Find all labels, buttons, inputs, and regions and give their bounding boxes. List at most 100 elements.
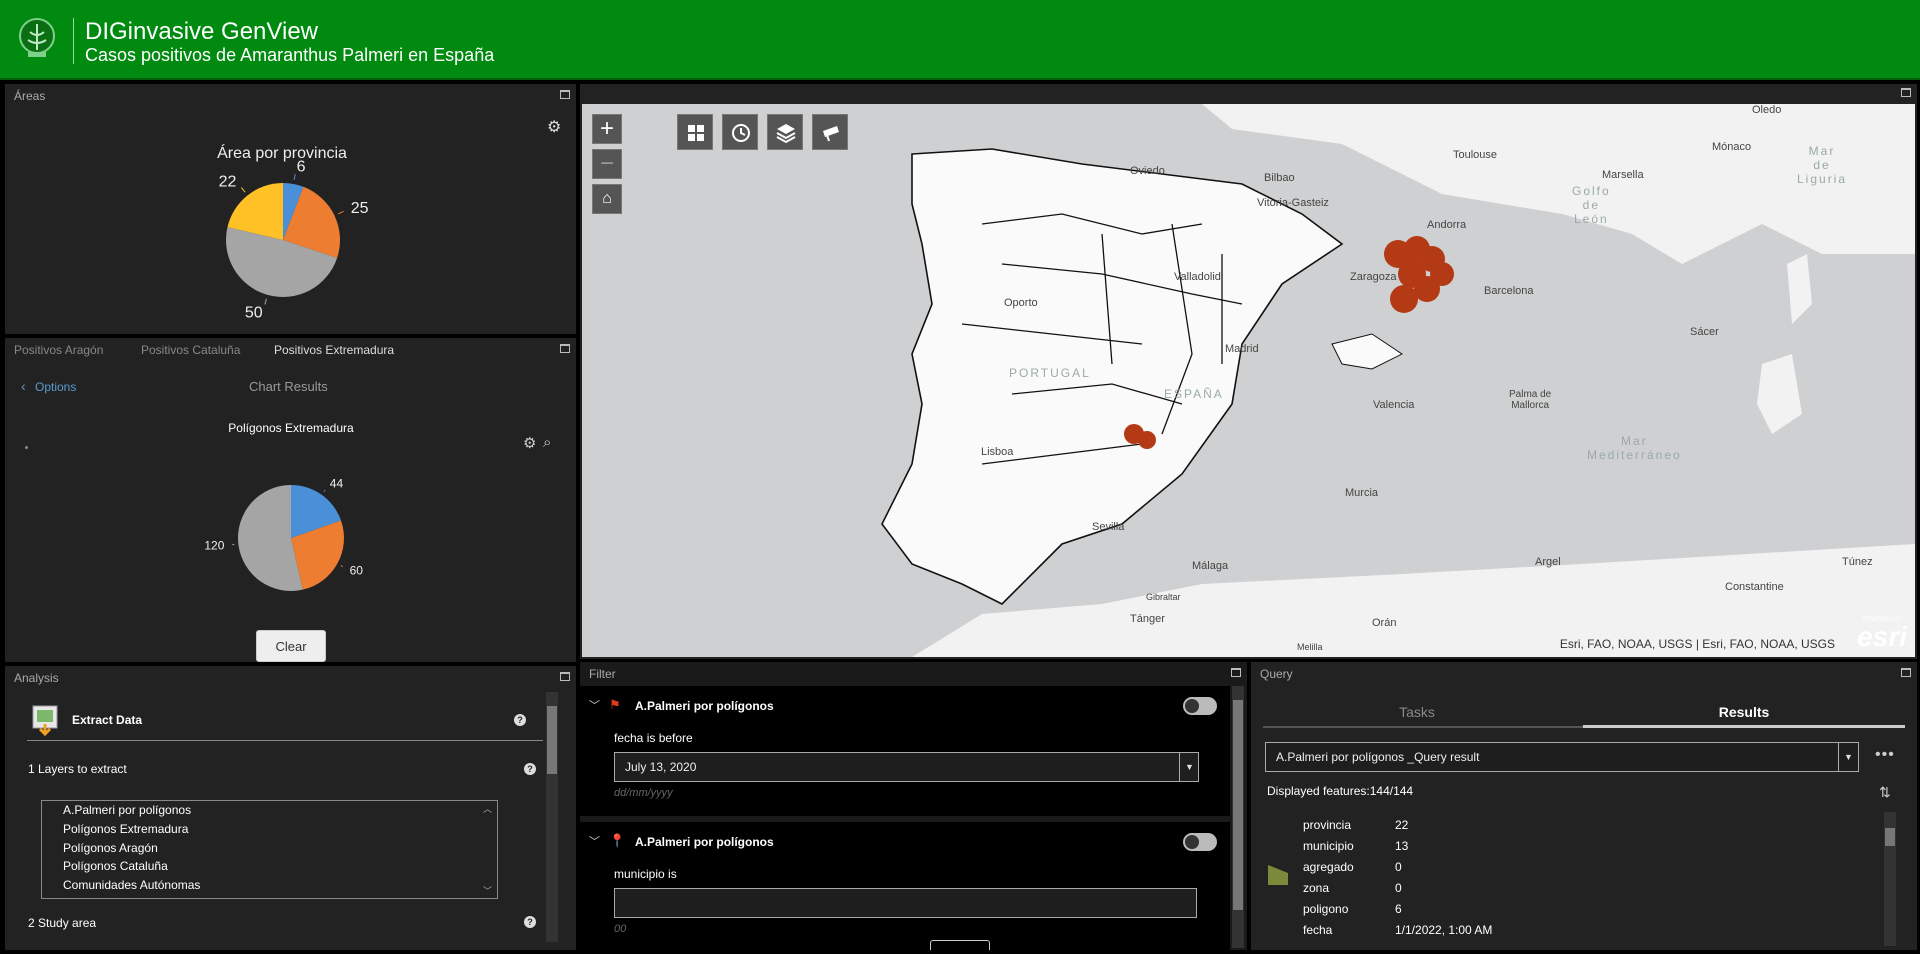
back-chevron-icon[interactable]: ‹: [21, 378, 26, 394]
filter-condition: fecha is before: [614, 731, 693, 745]
filter-layer-title: A.Palmeri por polígonos: [635, 699, 774, 713]
map-label: Argel: [1535, 556, 1561, 568]
pie-leader-line: [240, 187, 246, 193]
filter-layer-title: A.Palmeri por polígonos: [635, 835, 774, 849]
time-slider-button[interactable]: [722, 114, 758, 150]
zoom-out-button[interactable]: −: [592, 149, 622, 179]
analysis-scrollbar[interactable]: [546, 692, 558, 942]
map-label: Lisboa: [981, 446, 1014, 458]
maximize-icon[interactable]: [1901, 88, 1911, 97]
map-label: Oviedo: [1130, 165, 1165, 177]
options-link[interactable]: Options: [35, 380, 76, 394]
filter-toggle[interactable]: [1183, 697, 1217, 715]
attr-key: provincia: [1303, 818, 1352, 832]
filter-toggle[interactable]: [1183, 833, 1217, 851]
list-item[interactable]: A.Palmeri por polígonos: [63, 803, 191, 817]
date-format-hint: dd/mm/yyyy: [614, 787, 673, 799]
land-mallorca: [1331, 333, 1403, 370]
chevron-down-icon[interactable]: ﹀: [589, 697, 600, 713]
filter-scrollbar[interactable]: [1232, 686, 1244, 948]
map-label: Bilbao: [1264, 172, 1295, 184]
map-label: Toulouse: [1453, 149, 1498, 161]
listbox-scroll-down-icon[interactable]: ﹀: [483, 884, 492, 897]
map-label: Sevilla: [1092, 521, 1125, 533]
app-subtitle: Casos positivos de Amaranthus Palmeri en…: [85, 45, 495, 65]
tab-tasks[interactable]: Tasks: [1251, 704, 1583, 720]
more-options-icon[interactable]: •••: [1875, 746, 1895, 764]
basemap-gallery-button[interactable]: [677, 114, 713, 150]
sort-icon[interactable]: ⇅: [1879, 784, 1891, 801]
attr-value: 0: [1395, 860, 1402, 874]
map-label: Gibraltar: [1146, 592, 1181, 602]
pie-data-label: 50: [245, 305, 263, 322]
step-study-area-label: 2 Study area: [28, 916, 97, 930]
land-iberia: [881, 148, 1344, 605]
legend-icon: [823, 126, 839, 142]
pie-data-label: 44: [330, 476, 344, 490]
pie-data-label: 60: [350, 563, 364, 577]
date-input[interactable]: July 13, 2020: [614, 752, 1199, 782]
tab-positivos-aragon[interactable]: Positivos Aragón: [14, 343, 103, 357]
chevron-down-icon[interactable]: ▼: [1838, 743, 1858, 771]
query-result-select[interactable]: A.Palmeri por polígonos _Query result: [1265, 742, 1859, 772]
map-view[interactable]: Oviedo Bilbao Vitoria-Gasteiz Toulouse M…: [582, 104, 1915, 657]
extremadura-chart-title: Polígonos Extremadura: [228, 421, 354, 435]
land-corsica: [1787, 254, 1812, 324]
maximize-icon[interactable]: [1231, 668, 1241, 677]
list-item[interactable]: Polígonos Cataluña: [63, 859, 168, 873]
scroll-thumb[interactable]: [547, 706, 557, 774]
municipio-input[interactable]: [614, 888, 1197, 918]
scroll-thumb[interactable]: [1885, 828, 1895, 846]
home-button[interactable]: ⌂: [592, 184, 622, 214]
layer-list-button[interactable]: [767, 114, 803, 150]
attr-value: 22: [1395, 818, 1409, 832]
tab-results[interactable]: Results: [1583, 704, 1905, 720]
app-title: DIGinvasive GenView: [85, 18, 318, 45]
sea-label: Mar de Liguria: [1797, 144, 1848, 186]
flag-icon: ⚑: [609, 697, 621, 712]
maximize-icon[interactable]: [560, 672, 570, 681]
extremadura-pie-chart: Polígonos Extremadura 44 60 120: [204, 421, 364, 591]
attr-key: agregado: [1303, 860, 1354, 874]
esri-logo: esri: [1857, 621, 1907, 652]
maximize-icon[interactable]: [1901, 668, 1911, 677]
chevron-down-icon[interactable]: ▼: [1179, 753, 1199, 781]
tab-positivos-cataluna[interactable]: Positivos Cataluña: [141, 343, 240, 357]
legend-button[interactable]: [812, 114, 848, 150]
help-icon[interactable]: ?: [514, 714, 526, 726]
scroll-thumb[interactable]: [1233, 700, 1243, 910]
list-item[interactable]: Polígonos Aragón: [63, 841, 158, 855]
list-item[interactable]: Comunidades Autónomas: [63, 878, 200, 892]
areas-pie-chart: Área por provincia 6 25 50 22: [217, 143, 369, 322]
extract-data-icon: [32, 705, 58, 736]
map-label: Oporto: [1004, 297, 1038, 309]
map-label: Valencia: [1373, 399, 1415, 411]
step-layers-label: 1 Layers to extract: [28, 762, 127, 776]
map-label: Valladolid: [1174, 271, 1221, 283]
map-label: Oledo: [1752, 104, 1782, 116]
land-sardinia: [1757, 354, 1802, 434]
pie-data-label: 120: [204, 539, 224, 553]
areas-chart-title: Área por provincia: [217, 143, 347, 162]
query-scrollbar[interactable]: [1884, 812, 1896, 946]
tab-positivos-extremadura[interactable]: Positivos Extremadura: [274, 343, 394, 357]
chevron-down-icon[interactable]: ﹀: [589, 833, 600, 849]
polygon-symbol-icon: [1268, 865, 1288, 885]
map-label: Melilla: [1297, 642, 1323, 652]
sea-label: Mar Mediterráneo: [1587, 434, 1682, 462]
map-label: Mónaco: [1712, 141, 1752, 153]
list-item[interactable]: Polígonos Extremadura: [63, 822, 188, 836]
listbox-scroll-up-icon[interactable]: ︿: [483, 802, 492, 815]
map-label: Sácer: [1690, 326, 1719, 338]
map-label: Murcia: [1345, 487, 1379, 499]
chart-results-label: Chart Results: [249, 379, 328, 394]
map-label: Tánger: [1130, 613, 1165, 625]
help-icon[interactable]: ?: [524, 763, 536, 775]
panel-title: Query: [1260, 667, 1293, 681]
collapse-handle[interactable]: [930, 940, 990, 950]
pie-data-label: 25: [351, 200, 369, 217]
zoom-in-button[interactable]: +: [592, 114, 622, 144]
panel-title: Filter: [589, 667, 616, 681]
maximize-icon[interactable]: [560, 344, 570, 353]
help-icon[interactable]: ?: [524, 916, 536, 928]
